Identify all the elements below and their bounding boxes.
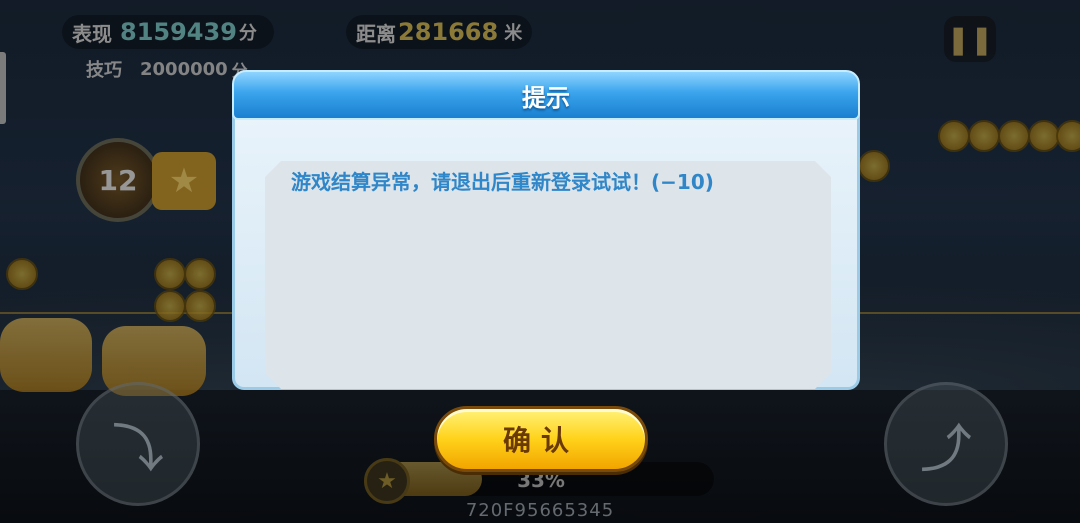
message-panel	[265, 161, 831, 389]
dialog-title: 提示	[522, 83, 570, 112]
confirm-label: 确认	[502, 424, 579, 457]
alert-dialog: 游戏结算异常，请退出后重新登录试试！(−10) 提示	[232, 70, 860, 390]
dialog-message: 游戏结算异常，请退出后重新登录试试！(−10)	[291, 170, 714, 194]
dialog-body: 游戏结算异常，请退出后重新登录试试！(−10)	[232, 92, 860, 390]
confirm-button[interactable]: 确认	[434, 406, 648, 472]
dialog-header: 提示	[232, 70, 860, 120]
